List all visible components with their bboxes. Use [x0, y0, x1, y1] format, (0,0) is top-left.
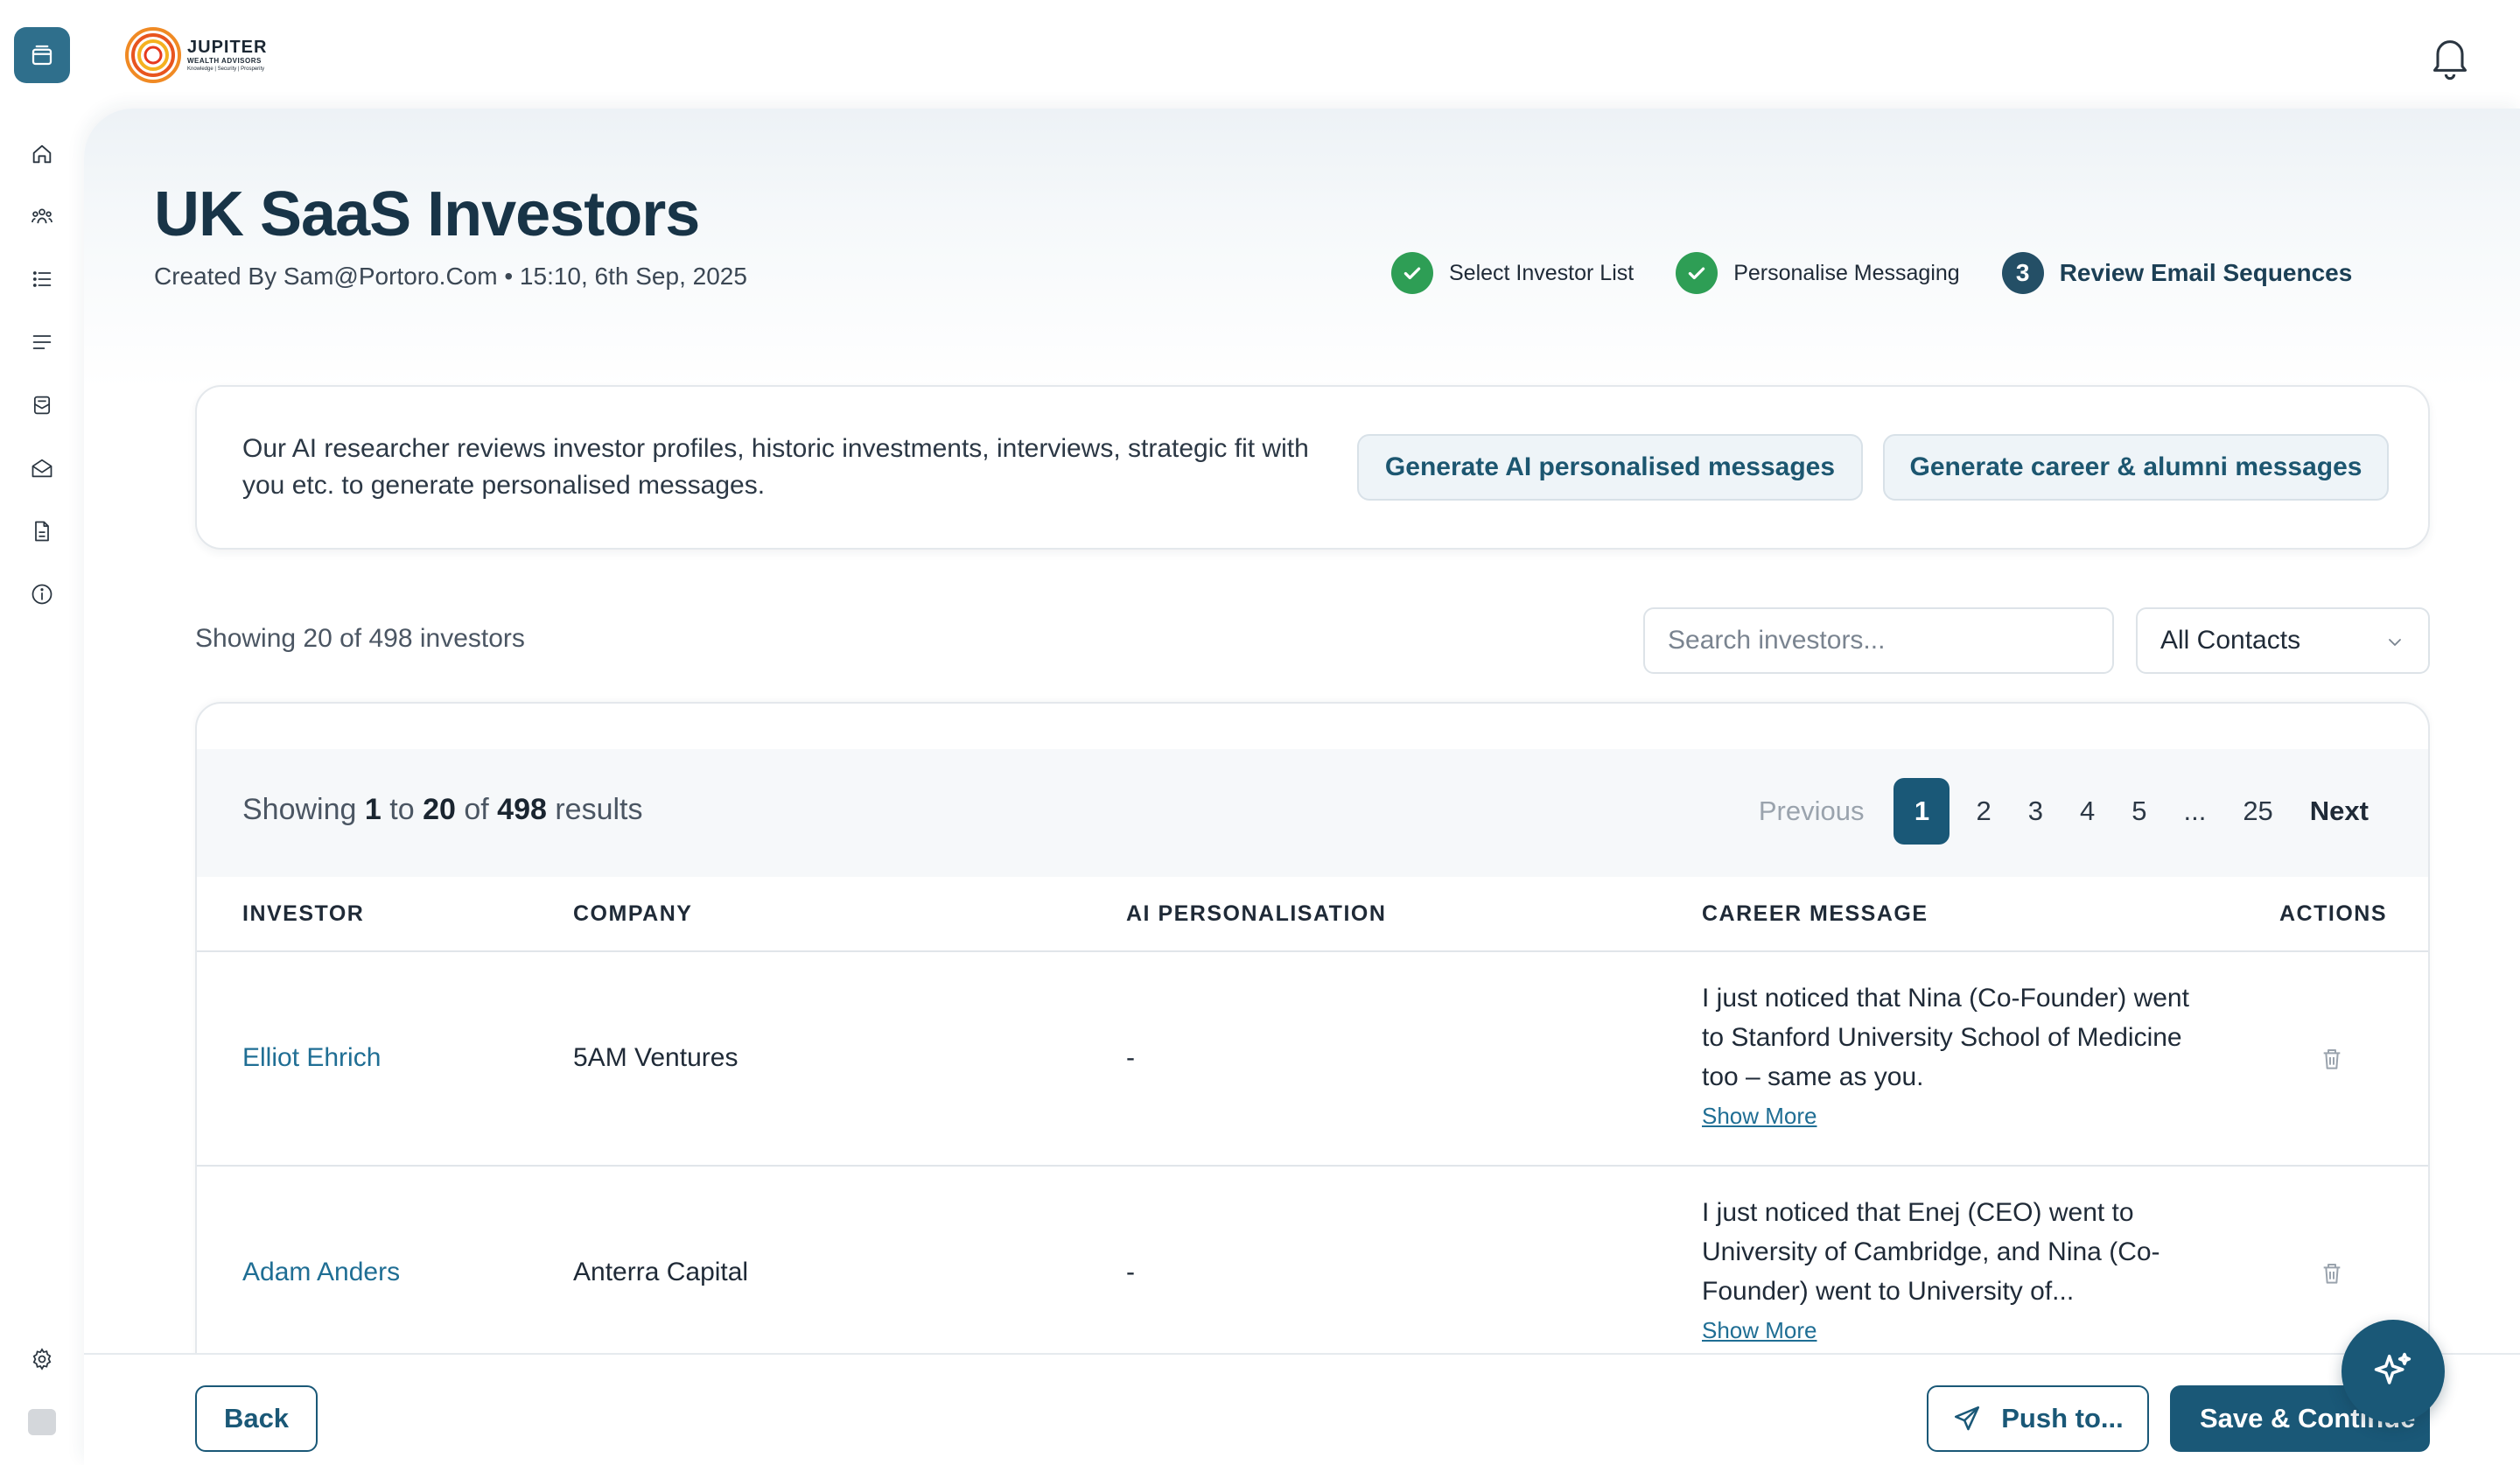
column-header-actions: ACTIONS: [2279, 901, 2387, 926]
company-cell: 5AM Ventures: [573, 1043, 738, 1072]
trash-icon[interactable]: [2318, 1259, 2346, 1287]
table-row: Elliot Ehrich 5AM Ventures - I just noti…: [197, 952, 2428, 1167]
push-to-button[interactable]: Push to...: [1927, 1385, 2149, 1452]
back-button[interactable]: Back: [195, 1385, 318, 1452]
step-complete-badge: [1676, 252, 1718, 294]
bell-icon: [2432, 40, 2468, 81]
sparkle-icon: [2374, 1352, 2412, 1384]
page-button-5[interactable]: 5: [2132, 796, 2146, 827]
column-header-company: COMPANY: [573, 901, 693, 926]
send-icon: [1955, 1405, 1980, 1431]
results-of-word: of: [464, 793, 489, 826]
results-to-word: to: [389, 793, 415, 826]
pagination: Previous 1 2 3 4 5 ... 25 Next: [1759, 778, 2369, 845]
inbox-icon: [33, 396, 51, 415]
sidebar-item-documents[interactable]: [28, 517, 56, 545]
page-button-1[interactable]: 1: [1894, 778, 1950, 845]
page-button-2[interactable]: 2: [1976, 796, 1991, 827]
search-input[interactable]: [1643, 607, 2114, 674]
sidebar-toggle-button[interactable]: [14, 27, 70, 83]
document-icon: [35, 521, 49, 542]
brand-tagline: Knowledge | Security | Prosperity: [187, 67, 265, 72]
column-header-career-message: CAREER MESSAGE: [1702, 901, 1928, 926]
avatar[interactable]: [28, 1409, 56, 1435]
ai-assistant-button[interactable]: [2342, 1320, 2445, 1423]
panel-icon: [32, 45, 52, 66]
ai-personalisation-cell: -: [1126, 1258, 1135, 1286]
sidebar-item-mail[interactable]: [28, 454, 56, 482]
column-header-investor: INVESTOR: [242, 901, 365, 926]
sidebar-item-home[interactable]: [28, 140, 56, 168]
page-ellipsis: ...: [2183, 796, 2207, 826]
page-title: UK SaaS Investors: [154, 179, 700, 249]
investor-count: Showing 20 of 498 investors: [195, 624, 525, 653]
results-to: 20: [423, 793, 456, 826]
brand-logo[interactable]: JUPITER WEALTH ADVISORS Knowledge | Secu…: [124, 26, 267, 84]
next-page-button[interactable]: Next: [2310, 796, 2369, 827]
career-message-cell: I just noticed that Nina (Co-Founder) we…: [1702, 984, 2189, 1091]
brand-name: JUPITER: [187, 38, 268, 57]
sidebar-item-settings[interactable]: [28, 1345, 56, 1373]
info-icon: [32, 584, 52, 605]
list-icon: [32, 271, 52, 287]
investor-link[interactable]: Elliot Ehrich: [242, 1043, 381, 1073]
home-icon: [32, 144, 52, 164]
logo-icon: [125, 27, 181, 83]
results-summary: Showing 1 to 20 of 498 results: [242, 793, 642, 827]
page-meta: Created By Sam@Portoro.Com • 15:10, 6th …: [154, 263, 747, 290]
push-to-label: Push to...: [2001, 1403, 2124, 1433]
career-message-cell: I just noticed that Enej (CEO) went to U…: [1702, 1198, 2160, 1306]
sidebar-item-investors[interactable]: [28, 202, 56, 230]
step-personalise-messaging[interactable]: Personalise Messaging: [1676, 252, 1960, 294]
step-select-investor-list[interactable]: Select Investor List: [1391, 252, 1634, 294]
step-label: Personalise Messaging: [1733, 260, 1960, 285]
ai-generation-card: Our AI researcher reviews investor profi…: [195, 385, 2430, 550]
step-label: Select Investor List: [1449, 260, 1634, 285]
table-row: Adam Anders Anterra Capital - I just not…: [197, 1167, 2428, 1381]
results-total: 498: [497, 793, 547, 826]
ai-personalisation-cell: -: [1126, 1043, 1135, 1072]
footer-bar: [84, 1353, 2520, 1465]
step-label: Review Email Sequences: [2059, 259, 2353, 286]
step-review-email-sequences[interactable]: 3 Review Email Sequences: [2001, 252, 2353, 294]
pagination-bar: Showing 1 to 20 of 498 results Previous …: [197, 749, 2428, 877]
page-button-3[interactable]: 3: [2028, 796, 2043, 827]
step-number-badge: 3: [2001, 252, 2044, 294]
gear-icon: [32, 1348, 52, 1370]
sidebar: [0, 0, 84, 1465]
stepper: Select Investor List Personalise Messagi…: [1391, 250, 2352, 296]
generate-personalised-button[interactable]: Generate AI personalised messages: [1357, 434, 1863, 501]
investors-table: Showing 1 to 20 of 498 results Previous …: [195, 702, 2430, 1465]
check-icon: [1404, 267, 1421, 280]
select-value: All Contacts: [2160, 626, 2301, 655]
check-icon: [1689, 267, 1705, 280]
table-header: INVESTOR COMPANY AI PERSONALISATION CARE…: [197, 877, 2428, 952]
page-button-25[interactable]: 25: [2243, 796, 2272, 827]
step-complete-badge: [1391, 252, 1433, 294]
mail-open-icon: [32, 459, 52, 478]
text-lines-icon: [32, 335, 52, 349]
show-more-link[interactable]: Show More: [1702, 1317, 1817, 1344]
chevron-down-icon: [2389, 639, 2401, 646]
results-prefix: Showing: [242, 793, 357, 826]
investors-icon: [32, 208, 52, 224]
ai-description: Our AI researcher reviews investor profi…: [242, 434, 1309, 500]
investor-link[interactable]: Adam Anders: [242, 1258, 400, 1287]
previous-page-button[interactable]: Previous: [1759, 796, 1865, 827]
results-suffix: results: [555, 793, 643, 826]
sidebar-item-info[interactable]: [28, 580, 56, 608]
brand-subtitle: WEALTH ADVISORS: [187, 57, 262, 65]
notifications-button[interactable]: [2424, 28, 2476, 84]
contacts-filter-select[interactable]: All Contacts: [2136, 607, 2430, 674]
sidebar-item-sequences[interactable]: [28, 328, 56, 356]
company-cell: Anterra Capital: [573, 1258, 749, 1286]
show-more-link[interactable]: Show More: [1702, 1103, 1817, 1130]
column-header-ai-personalisation: AI PERSONALISATION: [1126, 901, 1387, 926]
generate-career-button[interactable]: Generate career & alumni messages: [1883, 434, 2389, 501]
sidebar-item-lists[interactable]: [28, 265, 56, 293]
trash-icon[interactable]: [2318, 1045, 2346, 1073]
results-from: 1: [364, 793, 382, 826]
sidebar-item-inbox[interactable]: [28, 391, 56, 419]
page-button-4[interactable]: 4: [2080, 796, 2095, 827]
